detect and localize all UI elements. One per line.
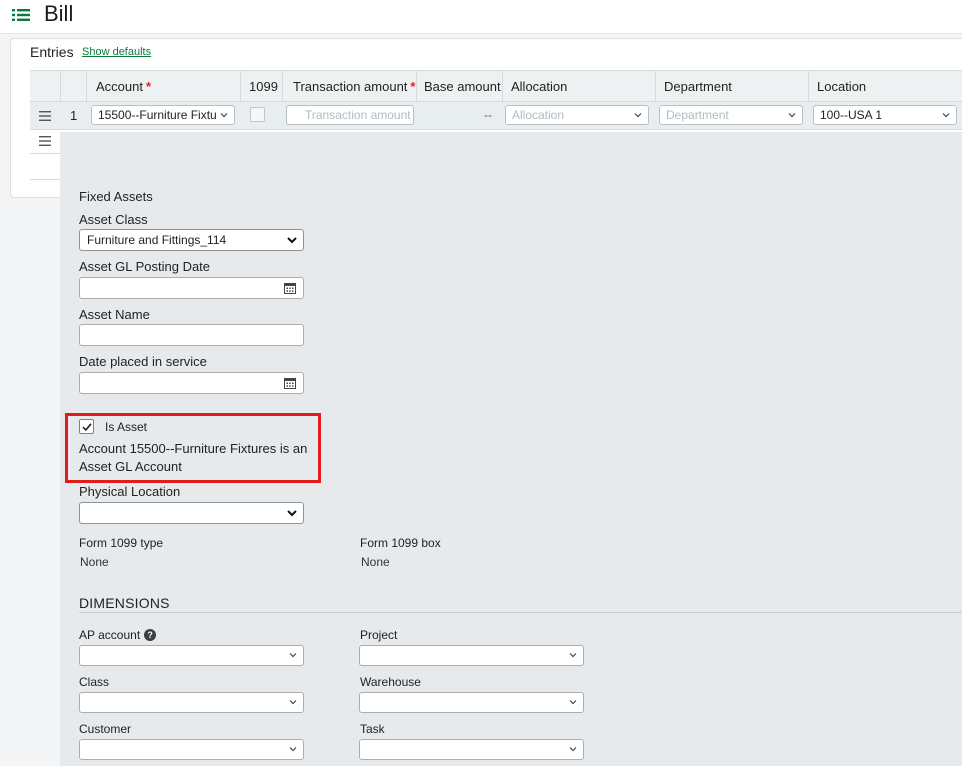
- chevron-down-icon: [287, 237, 297, 244]
- account-header-label: Account: [96, 79, 143, 94]
- department-select[interactable]: Department: [659, 105, 803, 125]
- chevron-down-icon: [942, 113, 950, 118]
- row-number: 1: [70, 108, 78, 123]
- drag-handle-icon[interactable]: [39, 111, 51, 121]
- project-label: Project: [360, 628, 398, 642]
- asset-gl-posting-date-input[interactable]: [79, 277, 304, 299]
- chevron-down-icon: [569, 653, 577, 658]
- form-1099-type-label: Form 1099 type: [79, 536, 164, 550]
- help-icon[interactable]: ?: [144, 629, 157, 641]
- form-1099-box-value: None: [361, 555, 390, 569]
- asset-class-value: Furniture and Fittings_114: [87, 233, 227, 247]
- customer-label: Customer: [79, 722, 132, 736]
- transaction-amount-input[interactable]: Transaction amount: [286, 105, 414, 125]
- entries-table-header: Account * 1099 Transaction amount * Base a…: [30, 70, 962, 102]
- ap-account-select[interactable]: [79, 645, 304, 666]
- chevron-down-icon: [569, 747, 577, 752]
- asset-name-input[interactable]: [79, 324, 304, 346]
- class-label: Class: [79, 675, 110, 689]
- entries-label: Entries: [30, 44, 74, 60]
- calendar-icon[interactable]: [284, 282, 296, 294]
- date-placed-in-service-label: Date placed in service: [79, 354, 207, 369]
- is-asset-message-line1: Account 15500--Furniture Fixtures is an: [79, 441, 308, 456]
- required-marker: *: [410, 79, 416, 94]
- ap-account-label-text: AP account: [79, 628, 141, 642]
- required-marker: *: [145, 79, 152, 94]
- table-row: [30, 154, 60, 180]
- is-asset-label: Is Asset: [105, 420, 148, 434]
- physical-location-select[interactable]: [79, 502, 304, 524]
- chevron-down-icon: [569, 700, 577, 705]
- warehouse-label: Warehouse: [360, 675, 421, 689]
- 1099-checkbox[interactable]: [250, 107, 265, 122]
- account-select[interactable]: 15500--Furniture Fixtu: [91, 105, 235, 125]
- location-select[interactable]: 100--USA 1: [813, 105, 957, 125]
- chevron-down-icon: [220, 113, 228, 118]
- customer-select[interactable]: [79, 739, 304, 760]
- physical-location-label: Physical Location: [79, 484, 181, 499]
- form-1099-type-value: None: [80, 555, 109, 569]
- transaction-amount-placeholder: Transaction amount: [305, 108, 411, 122]
- show-defaults-link[interactable]: Show defaults: [82, 46, 151, 58]
- calendar-icon[interactable]: [284, 377, 296, 389]
- asset-class-label: Asset Class: [79, 212, 148, 227]
- transaction-amount-header-label: Transaction amount: [293, 79, 408, 94]
- dimensions-heading: DIMENSIONS: [79, 595, 170, 611]
- column-header-transaction-amount[interactable]: Transaction amount *: [282, 71, 416, 102]
- task-select[interactable]: [359, 739, 584, 760]
- header-spacer: [30, 71, 60, 102]
- dimensions-divider: [79, 612, 962, 613]
- column-header-account[interactable]: Account *: [86, 71, 240, 102]
- project-select[interactable]: [359, 645, 584, 666]
- column-header-base-amount[interactable]: Base amount: [416, 71, 502, 102]
- asset-class-select[interactable]: Furniture and Fittings_114: [79, 229, 304, 251]
- column-header-allocation[interactable]: Allocation: [502, 71, 655, 102]
- chevron-down-icon: [289, 747, 297, 752]
- date-placed-in-service-input[interactable]: [79, 372, 304, 394]
- column-header-department[interactable]: Department: [655, 71, 808, 102]
- ap-account-label: AP account?: [79, 628, 157, 642]
- warehouse-select[interactable]: [359, 692, 584, 713]
- allocation-placeholder: Allocation: [512, 108, 565, 122]
- page-title: Bill: [44, 1, 74, 26]
- fixed-assets-heading: Fixed Assets: [79, 189, 153, 204]
- checkmark-icon: [82, 423, 92, 432]
- header-rownum: [60, 71, 86, 102]
- list-icon[interactable]: [12, 8, 30, 22]
- asset-name-label: Asset Name: [79, 307, 150, 322]
- is-asset-message-line2: Asset GL Account: [79, 459, 182, 474]
- chevron-down-icon: [289, 653, 297, 658]
- column-header-location[interactable]: Location: [808, 71, 962, 102]
- asset-gl-posting-date-label: Asset GL Posting Date: [79, 259, 211, 274]
- is-asset-checkbox[interactable]: [79, 419, 94, 434]
- chevron-down-icon: [289, 700, 297, 705]
- chevron-down-icon: [788, 113, 796, 118]
- task-label: Task: [360, 722, 385, 736]
- page-header: [0, 0, 962, 34]
- account-select-value: 15500--Furniture Fixtu: [98, 108, 217, 122]
- department-placeholder: Department: [666, 108, 729, 122]
- chevron-down-icon: [287, 510, 297, 517]
- column-header-1099[interactable]: 1099: [240, 71, 282, 102]
- location-select-value: 100--USA 1: [820, 108, 883, 122]
- class-select[interactable]: [79, 692, 304, 713]
- drag-handle-icon[interactable]: [39, 136, 51, 146]
- base-amount-value: --: [484, 108, 492, 122]
- chevron-down-icon: [634, 113, 642, 118]
- form-1099-box-label: Form 1099 box: [360, 536, 441, 550]
- allocation-select[interactable]: Allocation: [505, 105, 649, 125]
